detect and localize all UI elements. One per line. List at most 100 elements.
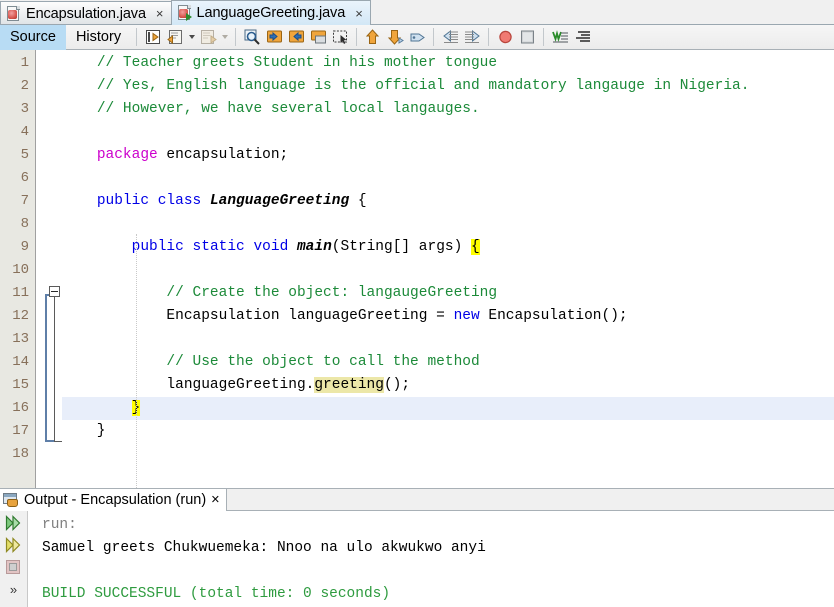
output-window-icon — [3, 492, 19, 508]
output-line: Samuel greets Chukwuemeka: Nnoo na ulo a… — [42, 540, 486, 556]
output-text[interactable]: run: Samuel greets Chukwuemeka: Nnoo na u… — [28, 511, 834, 607]
code-token: languageGreeting. — [62, 377, 315, 393]
stop-icon[interactable] — [516, 27, 538, 48]
highlighted-token: { — [471, 239, 480, 255]
toggle-breakpoint-icon[interactable] — [494, 27, 516, 48]
find-next-icon[interactable] — [285, 27, 307, 48]
line-number: 4 — [20, 124, 29, 140]
netbeans-ide-window: Encapsulation.java × LanguageGreeting.java… — [0, 0, 834, 607]
toolbar-button-group — [142, 27, 593, 48]
source-editor[interactable]: 1 2 3 4 5 6 7 8 9 10 11 12 13 14 15 16 17 18 // Teacher g… — [0, 50, 834, 489]
editor-tab-close-icon[interactable]: × — [354, 7, 364, 20]
code-line[interactable]: // Create the object: langaugeGreeting — [62, 282, 834, 305]
last-edit-position-icon[interactable] — [142, 27, 164, 48]
code-line[interactable]: Encapsulation languageGreeting = new Enc… — [62, 305, 834, 328]
tab-source[interactable]: Source — [0, 24, 66, 50]
code-fold-column[interactable] — [36, 50, 62, 488]
code-line[interactable] — [62, 121, 834, 144]
code-line[interactable]: // However, we have several local langau… — [62, 98, 834, 121]
code-line[interactable]: public class LanguageGreeting { — [62, 190, 834, 213]
find-previous-icon[interactable] — [263, 27, 285, 48]
line-number: 17 — [12, 423, 29, 439]
back-history-icon[interactable] — [164, 27, 186, 48]
tab-history[interactable]: History — [66, 25, 131, 50]
toggle-bookmark-icon[interactable] — [406, 27, 428, 48]
comment-token: // Create the object: langaugeGreeting — [166, 285, 498, 301]
chevron-down-icon[interactable] — [186, 27, 197, 48]
output-line: run: — [42, 517, 77, 533]
code-line[interactable] — [62, 213, 834, 236]
code-token: Encapsulation(); — [479, 308, 628, 324]
code-text-area[interactable]: // Teacher greets Student in his mother … — [62, 50, 834, 488]
editor-tab-close-icon[interactable]: × — [155, 7, 165, 20]
toolbar-separator — [488, 28, 490, 46]
java-file-icon — [6, 5, 21, 22]
code-line[interactable]: // Yes, English language is the official… — [62, 75, 834, 98]
next-bookmark-icon[interactable] — [384, 27, 406, 48]
shift-line-left-icon[interactable] — [439, 27, 461, 48]
keyword-token: package — [96, 147, 158, 163]
toolbar-separator — [543, 28, 545, 46]
code-line[interactable] — [62, 259, 834, 282]
rerun-icon[interactable] — [3, 513, 25, 533]
keyword-token: class — [157, 193, 202, 209]
toggle-comment-icon[interactable] — [571, 27, 593, 48]
shift-line-right-icon[interactable] — [461, 27, 483, 48]
editor-tab-1[interactable]: Encapsulation.java × — [0, 1, 172, 25]
keyword-token: new — [453, 308, 480, 324]
tab-label: History — [75, 29, 122, 45]
expand-toolbar-icon[interactable]: » — [3, 579, 25, 599]
code-line[interactable]: languageGreeting.greeting(); — [62, 374, 834, 397]
keyword-token: void — [253, 239, 289, 255]
code-line[interactable]: public static void main(String[] args) { — [62, 236, 834, 259]
toggle-highlight-icon[interactable] — [307, 27, 329, 48]
toggle-rectangular-selection-icon[interactable] — [329, 27, 351, 48]
editor-toolbar: Source History — [0, 24, 834, 50]
previous-bookmark-icon[interactable] — [362, 27, 384, 48]
highlighted-token: greeting — [314, 377, 384, 393]
line-number-gutter[interactable]: 1 2 3 4 5 6 7 8 9 10 11 12 13 14 15 16 17 18 — [0, 50, 36, 488]
output-tab-label: Output - Encapsulation (run) — [24, 492, 207, 508]
stop-process-icon[interactable] — [3, 557, 25, 577]
find-selection-icon[interactable] — [241, 27, 263, 48]
fold-indent-line — [54, 292, 62, 442]
format-icon[interactable] — [549, 27, 571, 48]
keyword-token: public — [131, 239, 184, 255]
code-line[interactable]: } — [62, 420, 834, 443]
code-token: } — [62, 423, 106, 439]
line-number: 18 — [12, 446, 29, 462]
code-token: (String[] args) — [331, 239, 472, 255]
java-main-file-icon — [177, 5, 192, 21]
toolbar-separator — [356, 28, 358, 46]
line-number: 2 — [20, 78, 29, 94]
code-line[interactable]: } — [62, 397, 834, 420]
keyword-token: static — [192, 239, 245, 255]
line-number: 7 — [20, 193, 29, 209]
code-line[interactable] — [62, 328, 834, 351]
keyword-token: public — [96, 193, 150, 209]
code-line[interactable]: // Teacher greets Student in his mother … — [62, 52, 834, 75]
output-tab-strip: Output - Encapsulation (run) × — [0, 489, 834, 511]
code-token: encapsulation; — [157, 147, 289, 163]
code-line[interactable] — [62, 443, 834, 466]
toolbar-separator — [433, 28, 435, 46]
line-number: 14 — [12, 354, 29, 370]
code-line[interactable] — [62, 167, 834, 190]
editor-tab-2[interactable]: LanguageGreeting.java × — [170, 0, 371, 25]
rerun-with-different-params-icon[interactable] — [3, 535, 25, 555]
line-number: 16 — [12, 400, 29, 416]
editor-tab-label: LanguageGreeting.java — [196, 5, 346, 21]
collapse-fold-button[interactable] — [49, 286, 60, 297]
code-line[interactable]: // Use the object to call the method — [62, 351, 834, 374]
output-tab-close-icon[interactable]: × — [211, 492, 219, 508]
output-tab[interactable]: Output - Encapsulation (run) × — [0, 489, 227, 511]
view-tab-group: Source History — [0, 24, 131, 50]
code-line[interactable]: package encapsulation; — [62, 144, 834, 167]
